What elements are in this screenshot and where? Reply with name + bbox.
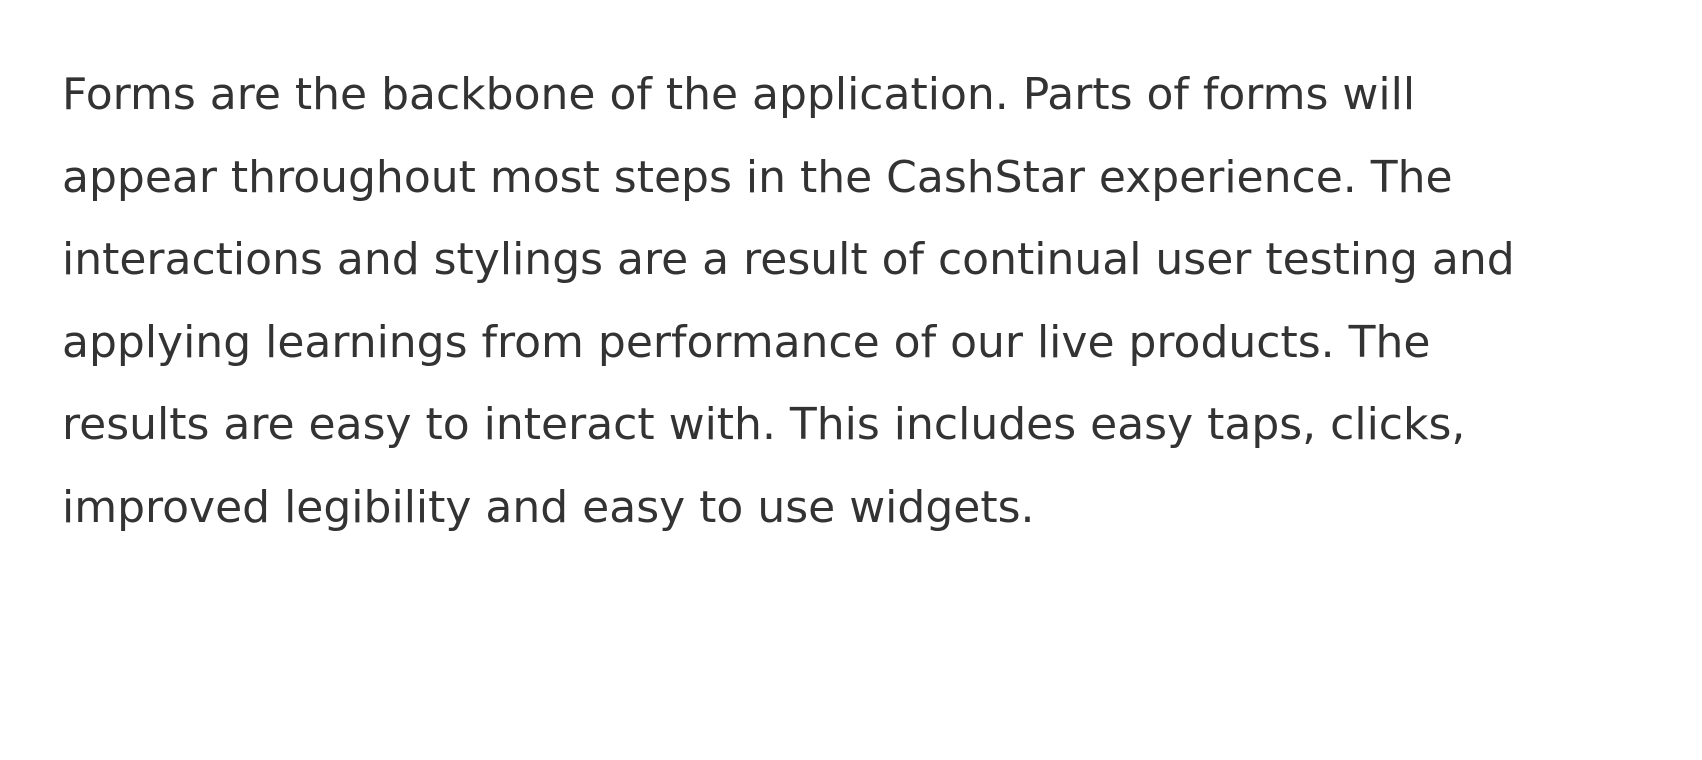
content-area: Forms are the backbone of the applicatio… xyxy=(62,54,1682,549)
paragraph-line: appear throughout most steps in the Cash… xyxy=(62,151,1453,203)
paragraph-line: applying learnings from performance of o… xyxy=(62,316,1431,368)
paragraph-line: interactions and stylings are a result o… xyxy=(62,234,1515,285)
paragraph-line: Forms are the backbone of the applicatio… xyxy=(62,69,1416,120)
paragraph-line: improved legibility and easy to use widg… xyxy=(62,481,1035,533)
paragraph-line: results are easy to interact with. This … xyxy=(62,399,1466,450)
forms-intro-paragraph: Forms are the backbone of the applicatio… xyxy=(62,54,1682,549)
